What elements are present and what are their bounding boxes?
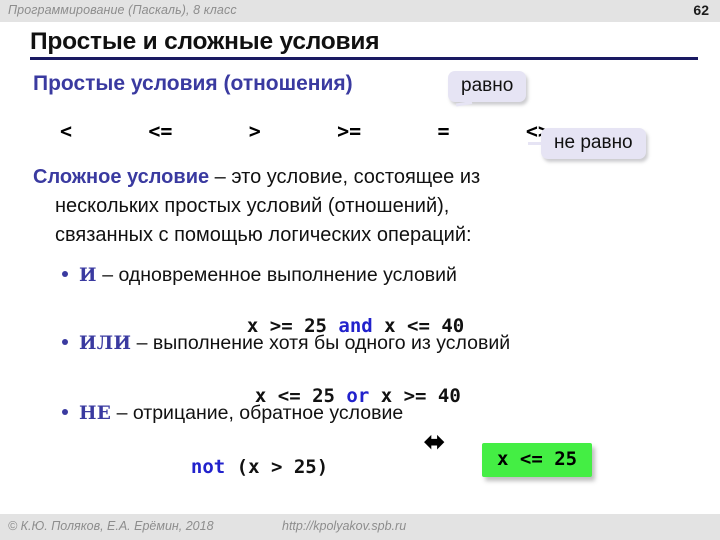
operators-row: < <= > >= = <> (60, 119, 550, 143)
copyright-text: © К.Ю. Поляков, Е.А. Ерёмин, 2018 (8, 519, 214, 533)
definition-paragraph: Сложное условие – это условие, состоящее… (33, 163, 633, 251)
code-example-and: x >= 25 and x <= 40 (224, 293, 464, 337)
course-title: Программирование (Паскаль), 8 класс (8, 3, 237, 17)
code-not-suffix: (x > 25) (225, 456, 329, 478)
slide-header-band: Программирование (Паскаль), 8 класс 62 (0, 0, 720, 23)
definition-line-1: – это условие, состоящее из (209, 166, 481, 188)
site-url-link[interactable]: http://kpolyakov.spb.ru (282, 519, 406, 533)
callout-equal: равно (448, 71, 527, 107)
logic-keyword-and: И (79, 265, 97, 286)
operator-equal: = (437, 119, 450, 143)
code-keyword-not: not (190, 456, 226, 478)
list-item-not: НЕ – отрицание, обратное условие (62, 402, 403, 425)
logic-keyword-not: НЕ (79, 403, 112, 424)
page-number: 62 (693, 2, 709, 18)
slide-footer-band: © К.Ю. Поляков, Е.А. Ерёмин, 2018 http:/… (0, 513, 720, 540)
bullet-dot-icon (62, 270, 68, 277)
list-item-or: ИЛИ – выполнение хотя бы одного из услов… (62, 332, 510, 355)
code-example-or: x <= 25 or x >= 40 (232, 363, 461, 407)
callout-not-equal: не равно (528, 128, 646, 159)
list-item-and: И – одновременное выполнение условий (62, 264, 457, 287)
definition-term: Сложное условие (33, 166, 210, 188)
callout-tail-icon (528, 142, 550, 145)
title-divider (30, 57, 698, 60)
callout-tail-icon (455, 100, 473, 107)
highlight-result-box: x <= 25 (482, 443, 593, 477)
operator-greater-or-equal: >= (337, 119, 362, 143)
definition-line-2: нескольких простых условий (отношений), (55, 195, 450, 218)
definition-line-3: связанных с помощью логических операций: (55, 224, 472, 247)
operator-greater-than: > (248, 119, 261, 143)
bullet-dot-icon (62, 338, 68, 345)
list-item-not-text: – отрицание, обратное условие (111, 402, 404, 424)
list-item-and-text: – одновременное выполнение условий (96, 264, 457, 286)
list-item-or-text: – выполнение хотя бы одного из условий (131, 332, 511, 354)
operator-less-than: < (60, 119, 73, 143)
operator-less-or-equal: <= (148, 119, 173, 143)
page-title: Простые и сложные условия (30, 28, 380, 55)
callout-equal-label: равно (461, 75, 514, 96)
bullet-dot-icon (62, 408, 68, 415)
equivalence-arrow-icon: ⬌ (424, 428, 445, 456)
section-heading-simple-conditions: Простые условия (отношения) (33, 72, 353, 95)
logic-keyword-or: ИЛИ (79, 333, 132, 354)
callout-not-equal-label: не равно (554, 132, 633, 153)
code-example-not: not (x > 25) (168, 434, 328, 478)
